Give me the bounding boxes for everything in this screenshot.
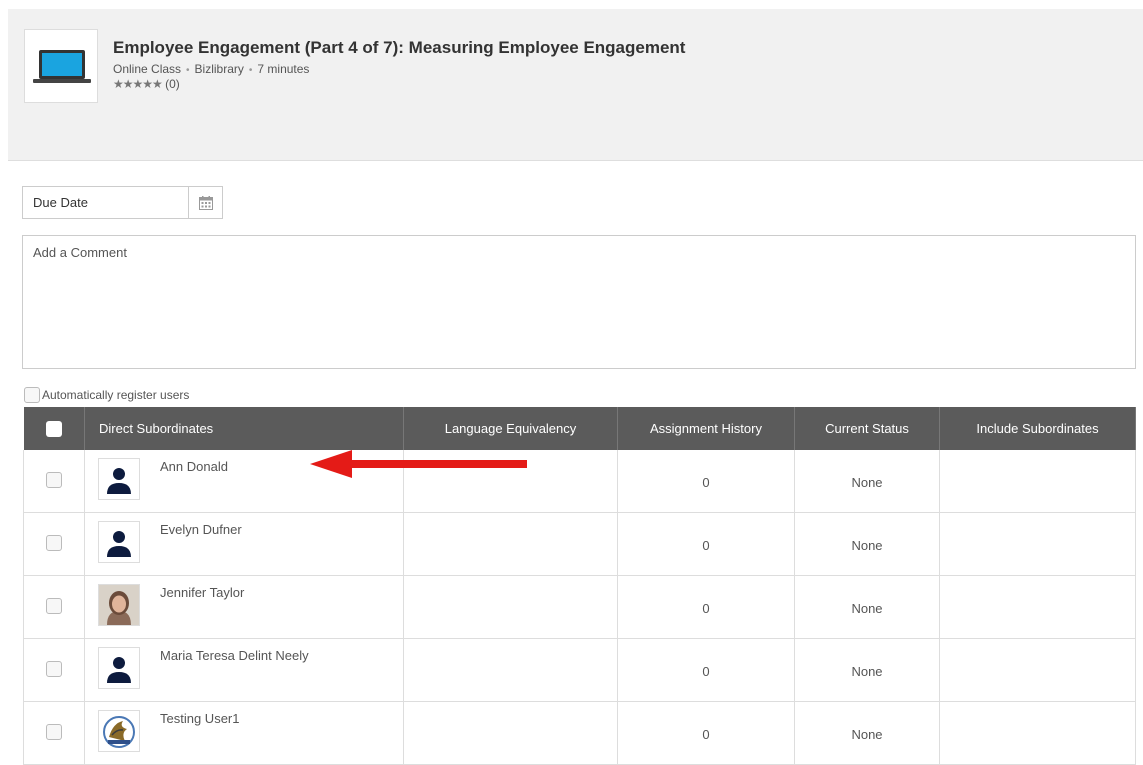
row-checkbox[interactable] xyxy=(46,534,62,551)
user-silhouette-icon xyxy=(107,531,131,557)
subordinate-cell: Jennifer Taylor xyxy=(84,575,404,639)
current-status-cell: None xyxy=(794,450,940,513)
user-silhouette-icon xyxy=(107,657,131,683)
column-header-direct-subordinates[interactable]: Direct Subordinates xyxy=(84,407,404,450)
table-row[interactable]: Ann Donald 0 None xyxy=(23,450,1136,513)
language-equivalency-cell xyxy=(403,575,618,639)
include-subordinates-cell xyxy=(939,450,1136,513)
subordinate-name: Maria Teresa Delint Neely xyxy=(160,648,309,663)
row-checkbox[interactable] xyxy=(46,723,62,740)
table-row[interactable]: Evelyn Dufner 0 None xyxy=(23,512,1136,576)
course-meta: Online Class • Bizlibrary • 7 minutes xyxy=(113,62,309,76)
course-type: Online Class xyxy=(113,62,182,76)
row-select-cell[interactable] xyxy=(23,512,85,576)
assignment-history-cell: 0 xyxy=(617,638,795,702)
column-header-include-subordinates[interactable]: Include Subordinates xyxy=(939,407,1136,450)
auto-register-label: Automatically register users xyxy=(42,388,190,402)
due-date-input[interactable]: Due Date xyxy=(23,187,188,218)
user-logo-icon xyxy=(99,711,139,751)
language-equivalency-cell xyxy=(403,512,618,576)
row-select-cell[interactable] xyxy=(23,450,85,513)
avatar xyxy=(98,584,140,626)
assignment-history-cell: 0 xyxy=(617,512,795,576)
user-silhouette-icon xyxy=(107,468,131,494)
row-checkbox[interactable] xyxy=(46,471,62,488)
column-header-language-equivalency[interactable]: Language Equivalency xyxy=(403,407,618,450)
subordinate-name: Evelyn Dufner xyxy=(160,522,242,537)
include-subordinates-cell xyxy=(939,575,1136,639)
table-header-row: Direct Subordinates Language Equivalency… xyxy=(23,407,1136,450)
calendar-button[interactable] xyxy=(188,187,222,218)
row-select-cell[interactable] xyxy=(23,701,85,765)
table-row[interactable]: Maria Teresa Delint Neely 0 None xyxy=(23,638,1136,702)
subordinate-cell: Evelyn Dufner xyxy=(84,512,404,576)
avatar xyxy=(98,521,140,563)
select-all-cell[interactable] xyxy=(23,407,85,450)
subordinate-cell: Maria Teresa Delint Neely xyxy=(84,638,404,702)
assignment-history-cell: 0 xyxy=(617,575,795,639)
include-subordinates-cell xyxy=(939,512,1136,576)
assignment-history-cell: 0 xyxy=(617,450,795,513)
current-status-cell: None xyxy=(794,701,940,765)
table-row[interactable]: Testing User1 0 None xyxy=(23,701,1136,765)
table-row[interactable]: Jennifer Taylor 0 None xyxy=(23,575,1136,639)
include-subordinates-cell xyxy=(939,701,1136,765)
language-equivalency-cell xyxy=(403,701,618,765)
rating-count: (0) xyxy=(165,77,180,91)
course-duration: 7 minutes xyxy=(257,62,310,76)
avatar xyxy=(98,710,140,752)
course-provider: Bizlibrary xyxy=(194,62,244,76)
row-select-cell[interactable] xyxy=(23,638,85,702)
subordinates-table: Direct Subordinates Language Equivalency… xyxy=(23,407,1136,765)
user-photo-icon xyxy=(99,585,139,625)
column-header-assignment-history[interactable]: Assignment History xyxy=(617,407,795,450)
subordinate-name: Testing User1 xyxy=(160,711,240,726)
auto-register-checkbox[interactable] xyxy=(24,387,40,403)
row-checkbox[interactable] xyxy=(46,597,62,614)
auto-register-option[interactable]: Automatically register users xyxy=(24,386,189,404)
subordinate-name: Ann Donald xyxy=(160,459,228,474)
meta-separator: • xyxy=(248,65,253,76)
red-arrow-annotation-icon xyxy=(310,450,527,478)
row-checkbox[interactable] xyxy=(46,660,62,677)
subordinate-name: Jennifer Taylor xyxy=(160,585,245,600)
current-status-cell: None xyxy=(794,575,940,639)
due-date-field[interactable]: Due Date xyxy=(22,186,223,219)
course-title: Employee Engagement (Part 4 of 7): Measu… xyxy=(113,38,686,57)
language-equivalency-cell xyxy=(403,638,618,702)
calendar-icon xyxy=(198,195,213,210)
assignment-history-cell: 0 xyxy=(617,701,795,765)
current-status-cell: None xyxy=(794,638,940,702)
avatar xyxy=(98,647,140,689)
rating-stars-icon: ★★★★★ xyxy=(113,77,163,91)
course-thumbnail xyxy=(24,29,98,103)
include-subordinates-cell xyxy=(939,638,1136,702)
current-status-cell: None xyxy=(794,512,940,576)
subordinate-cell: Testing User1 xyxy=(84,701,404,765)
comment-textarea[interactable]: Add a Comment xyxy=(22,235,1136,369)
column-header-current-status[interactable]: Current Status xyxy=(794,407,940,450)
avatar xyxy=(98,458,140,500)
row-select-cell[interactable] xyxy=(23,575,85,639)
course-rating: ★★★★★ (0) xyxy=(113,77,180,91)
meta-separator: • xyxy=(186,65,190,76)
select-all-checkbox[interactable] xyxy=(45,420,62,437)
laptop-icon xyxy=(33,50,91,83)
